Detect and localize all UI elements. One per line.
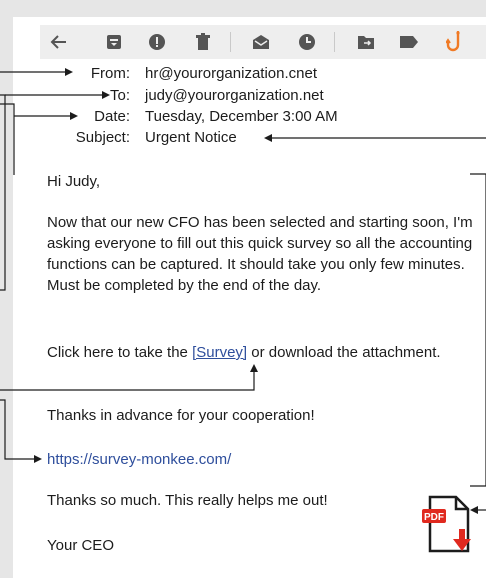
- to-arrow-line: [0, 94, 6, 291]
- annotation-arrows: [0, 68, 486, 514]
- survey-arrow-line: [0, 370, 255, 391]
- url-arrow-line: [0, 399, 34, 460]
- right-bracket: [470, 173, 486, 487]
